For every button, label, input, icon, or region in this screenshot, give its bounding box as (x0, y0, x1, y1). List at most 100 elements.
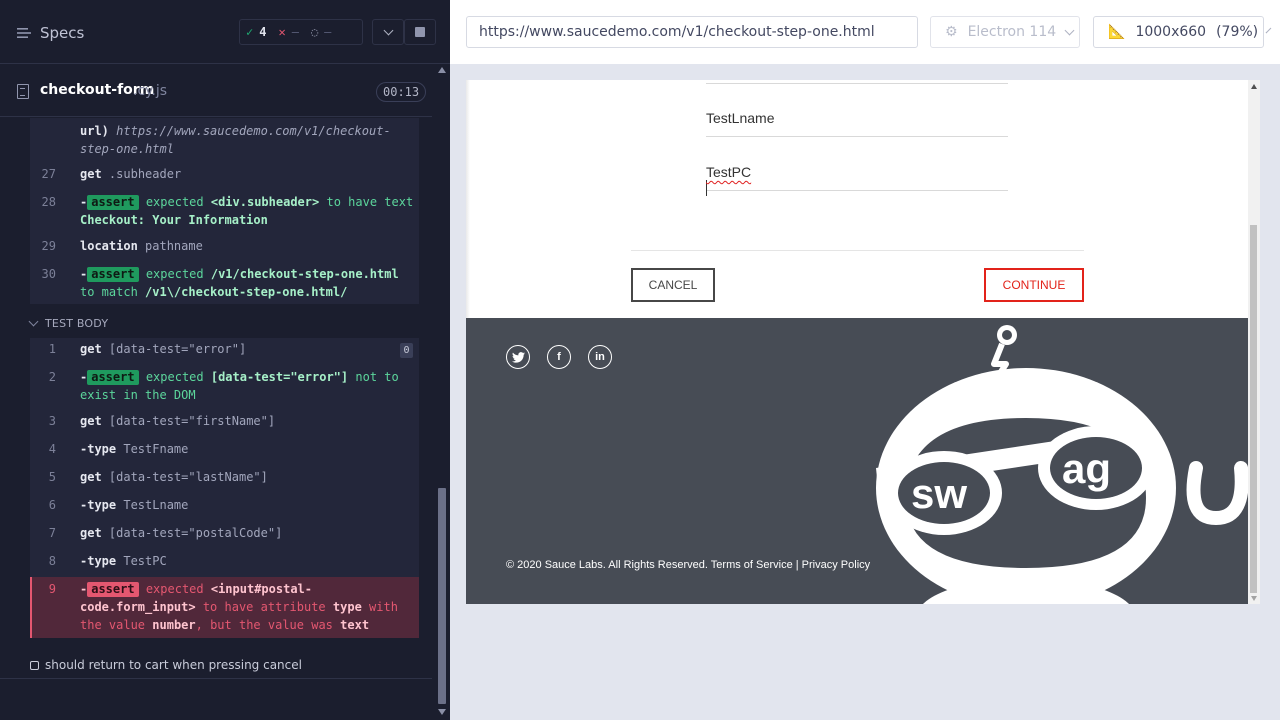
next-test-title: should return to cart when pressing canc… (45, 658, 302, 672)
scroll-up-arrow-icon[interactable] (438, 67, 446, 73)
browser-icon: ⚙ (945, 24, 958, 40)
next-test-item[interactable]: should return to cart when pressing canc… (30, 658, 302, 672)
command-row[interactable]: url) https://www.saucedemo.com/v1/checko… (30, 122, 419, 158)
command-row[interactable]: 6 -type TestLname (30, 496, 419, 514)
test-body-commands: 1 get [data-test="error"] 0 2 - assert ex… (30, 338, 419, 577)
line-number: 6 (48, 498, 56, 512)
command-row[interactable]: 2 - assert expected [data-test="error"] n… (30, 368, 419, 404)
failed-assertion-row[interactable]: 9 - assert expected <input#postal-code.fo… (30, 577, 419, 638)
line-number: 27 (41, 167, 56, 181)
command-row[interactable]: 3 get [data-test="firstName"] (30, 412, 419, 430)
line-number: 29 (41, 239, 56, 253)
element-count-badge: 0 (400, 343, 413, 358)
line-number: 7 (48, 526, 56, 540)
assert-expected: number (152, 618, 196, 632)
assert-text: expected (145, 195, 204, 209)
command-row[interactable]: 28 - assert expected <div.subheader> to h… (30, 193, 419, 229)
zoom-level: (79%) (1216, 24, 1259, 40)
footer-copyright: © 2020 Sauce Labs. All Rights Reserved. … (506, 559, 871, 571)
spec-file-ext: .cy.js (133, 83, 168, 99)
text-caret (706, 180, 707, 196)
command-prefix: - (80, 195, 88, 209)
line-number: 28 (41, 195, 56, 209)
command-arg: [data-test="lastName"] (108, 470, 268, 484)
command-row[interactable]: 27 get .subheader (30, 165, 419, 183)
test-body-toggle[interactable]: TEST BODY (28, 316, 109, 330)
test-body-label: TEST BODY (45, 317, 109, 330)
command-name: get (80, 470, 102, 484)
command-arg: https://www.saucedemo.com/v1/checkout-st… (80, 124, 391, 156)
command-row[interactable]: 5 get [data-test="lastName"] (30, 468, 419, 486)
assert-value: /v1\/checkout-step-one.html/ (145, 285, 348, 299)
spec-file-header: checkout-form .cy.js 00:13 (0, 65, 432, 117)
viewport-size: 1000x660 (1135, 24, 1207, 40)
assert-badge: assert (87, 195, 139, 210)
form-divider (631, 250, 1084, 251)
aut-panel: https://www.saucedemo.com/v1/checkout-st… (450, 0, 1280, 720)
cancel-button[interactable]: CANCEL (631, 268, 715, 302)
specs-button[interactable]: Specs (16, 22, 84, 44)
chevron-down-icon (28, 316, 39, 327)
command-row[interactable]: 7 get [data-test="postalCode"] (30, 524, 419, 542)
command-name: -type (80, 498, 117, 512)
command-name: -type (80, 554, 117, 568)
command-row[interactable]: 4 -type TestFname (30, 440, 419, 458)
postal-code-input[interactable]: TestPC (706, 164, 1008, 196)
postal-code-value: TestPC (706, 164, 752, 180)
stop-button[interactable] (404, 19, 436, 45)
chevron-down-icon (1265, 27, 1272, 33)
command-prefix: - (80, 582, 88, 596)
assert-text: to match (80, 285, 138, 299)
line-number: 2 (48, 370, 56, 384)
command-arg: TestPC (123, 554, 167, 568)
divider (0, 678, 432, 679)
robot-glasses-lettering-ag: ag (1062, 445, 1111, 492)
command-arg: pathname (145, 239, 203, 253)
continue-button[interactable]: CONTINUE (984, 268, 1084, 302)
line-number: 4 (48, 442, 56, 456)
pending-test-icon (30, 660, 39, 670)
command-name: url) (80, 124, 109, 138)
command-arg: [data-test="postalCode"] (108, 526, 283, 540)
viewport-selector[interactable]: 📐 1000x660 (79%) (1093, 16, 1272, 48)
command-arg: TestLname (123, 498, 189, 512)
command-arg: TestFname (123, 442, 189, 456)
assert-subject: /v1/checkout-step-one.html (210, 267, 399, 281)
url-bar[interactable]: https://www.saucedemo.com/v1/checkout-st… (466, 16, 918, 48)
browser-selector[interactable]: ⚙ Electron 114 (930, 16, 1080, 48)
command-row[interactable]: 8 -type TestPC (30, 552, 419, 570)
assert-actual: text (340, 618, 370, 632)
stop-icon (415, 27, 425, 37)
first-name-field[interactable] (706, 80, 1008, 84)
command-row[interactable]: 30 - assert expected /v1/checkout-step-on… (30, 265, 419, 301)
twitter-icon[interactable] (506, 345, 530, 369)
line-number: 30 (41, 267, 56, 281)
assert-badge: assert (87, 370, 139, 385)
last-name-input[interactable]: TestLname (706, 110, 1008, 137)
assert-value: Checkout: Your Information (80, 213, 268, 227)
scroll-thumb[interactable] (438, 488, 446, 704)
assert-badge: assert (87, 267, 139, 282)
scroll-thumb[interactable] (1250, 225, 1257, 593)
scroll-down-arrow-icon[interactable] (438, 709, 446, 715)
command-row[interactable]: 1 get [data-test="error"] 0 (30, 340, 419, 361)
app-scrollbar[interactable] (1248, 80, 1260, 604)
command-name: get (80, 342, 102, 356)
reporter-scrollbar[interactable] (436, 64, 448, 720)
chevron-down-icon (1064, 25, 1075, 35)
line-number: 9 (48, 582, 56, 596)
facebook-icon[interactable]: f (547, 345, 571, 369)
command-row[interactable]: 29 location pathname (30, 237, 419, 255)
linkedin-icon[interactable]: in (588, 345, 612, 369)
line-number: 8 (48, 554, 56, 568)
robot-glasses-lettering-sw: sw (911, 470, 967, 517)
scroll-up-arrow-icon[interactable] (1251, 84, 1257, 89)
command-name: get (80, 167, 102, 181)
command-prefix: - (80, 267, 88, 281)
pending-circle-icon: ◌ (310, 25, 319, 39)
frame-edge (466, 80, 470, 318)
scroll-down-arrow-icon[interactable] (1251, 596, 1257, 601)
before-hook-commands: url) https://www.saucedemo.com/v1/checko… (30, 118, 419, 304)
toggle-auto-scroll-button[interactable] (372, 19, 404, 45)
last-name-value: TestLname (706, 110, 775, 126)
